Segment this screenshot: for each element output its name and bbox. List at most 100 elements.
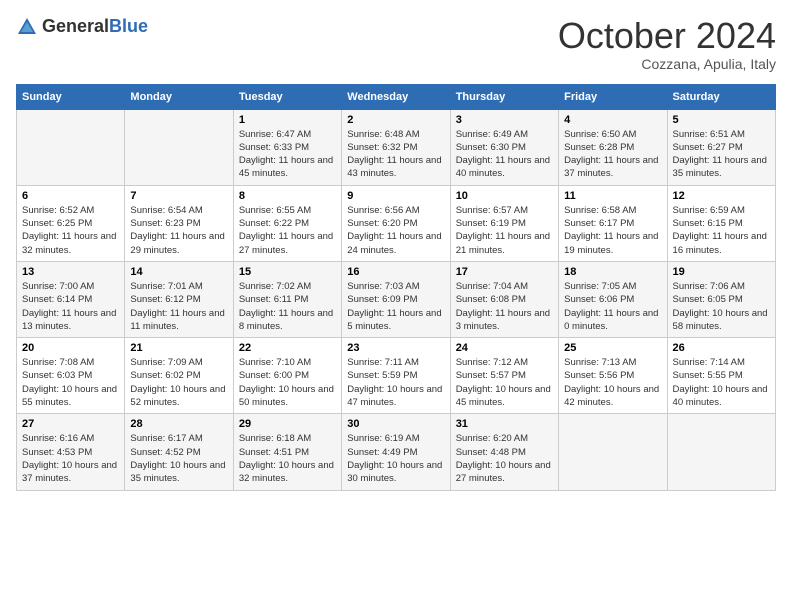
column-header-friday: Friday [559, 84, 667, 109]
calendar-cell: 26Sunrise: 7:14 AM Sunset: 5:55 PM Dayli… [667, 338, 775, 414]
logo: General Blue [16, 16, 148, 38]
day-info: Sunrise: 6:51 AM Sunset: 6:27 PM Dayligh… [673, 128, 770, 181]
day-number: 7 [130, 190, 227, 202]
calendar-cell: 19Sunrise: 7:06 AM Sunset: 6:05 PM Dayli… [667, 261, 775, 337]
calendar-cell: 4 Sunrise: 6:50 AM Sunset: 6:28 PM Daylig… [559, 109, 667, 185]
logo-general: General [42, 17, 109, 37]
calendar-cell: 18 Sunrise: 7:05 AM Sunset: 6:06 PM Dayli… [559, 261, 667, 337]
column-header-thursday: Thursday [450, 84, 558, 109]
day-info: Sunrise: 7:05 AM Sunset: 6:06 PM Dayligh… [564, 280, 661, 333]
day-info: Sunrise: 6:54 AM Sunset: 6:23 PM Dayligh… [130, 204, 227, 257]
calendar-table: SundayMondayTuesdayWednesdayThursdayFrid… [16, 84, 776, 491]
day-info: Sunrise: 7:12 AM Sunset: 5:57 PM Dayligh… [456, 356, 553, 409]
day-info: Sunrise: 7:06 AM Sunset: 6:05 PM Dayligh… [673, 280, 770, 333]
day-info: Sunrise: 7:09 AM Sunset: 6:02 PM Dayligh… [130, 356, 227, 409]
calendar-cell: 29Sunrise: 6:18 AM Sunset: 4:51 PM Dayli… [233, 414, 341, 490]
day-number: 30 [347, 418, 444, 430]
day-info: Sunrise: 6:59 AM Sunset: 6:15 PM Dayligh… [673, 204, 770, 257]
calendar-cell [125, 109, 233, 185]
day-info: Sunrise: 7:03 AM Sunset: 6:09 PM Dayligh… [347, 280, 444, 333]
day-number: 27 [22, 418, 119, 430]
day-info: Sunrise: 6:57 AM Sunset: 6:19 PM Dayligh… [456, 204, 553, 257]
day-info: Sunrise: 7:11 AM Sunset: 5:59 PM Dayligh… [347, 356, 444, 409]
day-number: 12 [673, 190, 770, 202]
day-number: 24 [456, 342, 553, 354]
column-header-saturday: Saturday [667, 84, 775, 109]
day-number: 3 [456, 114, 553, 126]
day-number: 29 [239, 418, 336, 430]
day-number: 2 [347, 114, 444, 126]
location-subtitle: Cozzana, Apulia, Italy [558, 56, 776, 72]
month-title: October 2024 [558, 16, 776, 56]
day-number: 21 [130, 342, 227, 354]
day-info: Sunrise: 6:17 AM Sunset: 4:52 PM Dayligh… [130, 432, 227, 485]
day-info: Sunrise: 6:50 AM Sunset: 6:28 PM Dayligh… [564, 128, 661, 181]
calendar-cell: 10 Sunrise: 6:57 AM Sunset: 6:19 PM Dayli… [450, 185, 558, 261]
page-header: General Blue October 2024 Cozzana, Apuli… [16, 16, 776, 72]
calendar-week-5: 27Sunrise: 6:16 AM Sunset: 4:53 PM Dayli… [17, 414, 776, 490]
day-info: Sunrise: 6:49 AM Sunset: 6:30 PM Dayligh… [456, 128, 553, 181]
day-number: 1 [239, 114, 336, 126]
column-header-sunday: Sunday [17, 84, 125, 109]
calendar-cell: 13 Sunrise: 7:00 AM Sunset: 6:14 PM Dayli… [17, 261, 125, 337]
day-info: Sunrise: 7:10 AM Sunset: 6:00 PM Dayligh… [239, 356, 336, 409]
day-info: Sunrise: 7:02 AM Sunset: 6:11 PM Dayligh… [239, 280, 336, 333]
logo-icon [16, 16, 38, 38]
day-number: 4 [564, 114, 661, 126]
logo-text: General Blue [42, 17, 148, 37]
day-number: 23 [347, 342, 444, 354]
day-number: 9 [347, 190, 444, 202]
calendar-cell: 20Sunrise: 7:08 AM Sunset: 6:03 PM Dayli… [17, 338, 125, 414]
calendar-cell: 23 Sunrise: 7:11 AM Sunset: 5:59 PM Dayli… [342, 338, 450, 414]
calendar-week-3: 13 Sunrise: 7:00 AM Sunset: 6:14 PM Dayli… [17, 261, 776, 337]
day-number: 22 [239, 342, 336, 354]
calendar-header-row: SundayMondayTuesdayWednesdayThursdayFrid… [17, 84, 776, 109]
day-info: Sunrise: 6:56 AM Sunset: 6:20 PM Dayligh… [347, 204, 444, 257]
calendar-week-1: 1 Sunrise: 6:47 AM Sunset: 6:33 PM Daylig… [17, 109, 776, 185]
calendar-cell: 9 Sunrise: 6:56 AM Sunset: 6:20 PM Daylig… [342, 185, 450, 261]
calendar-cell: 25 Sunrise: 7:13 AM Sunset: 5:56 PM Dayli… [559, 338, 667, 414]
column-header-monday: Monday [125, 84, 233, 109]
day-info: Sunrise: 7:13 AM Sunset: 5:56 PM Dayligh… [564, 356, 661, 409]
calendar-cell: 31Sunrise: 6:20 AM Sunset: 4:48 PM Dayli… [450, 414, 558, 490]
day-number: 10 [456, 190, 553, 202]
day-number: 25 [564, 342, 661, 354]
calendar-cell [17, 109, 125, 185]
day-number: 6 [22, 190, 119, 202]
calendar-cell [559, 414, 667, 490]
calendar-cell: 1 Sunrise: 6:47 AM Sunset: 6:33 PM Daylig… [233, 109, 341, 185]
day-number: 17 [456, 266, 553, 278]
calendar-cell: 8Sunrise: 6:55 AM Sunset: 6:22 PM Daylig… [233, 185, 341, 261]
day-info: Sunrise: 7:04 AM Sunset: 6:08 PM Dayligh… [456, 280, 553, 333]
day-info: Sunrise: 6:47 AM Sunset: 6:33 PM Dayligh… [239, 128, 336, 181]
calendar-cell: 11Sunrise: 6:58 AM Sunset: 6:17 PM Dayli… [559, 185, 667, 261]
calendar-cell: 6Sunrise: 6:52 AM Sunset: 6:25 PM Daylig… [17, 185, 125, 261]
calendar-cell: 5 Sunrise: 6:51 AM Sunset: 6:27 PM Daylig… [667, 109, 775, 185]
day-info: Sunrise: 7:00 AM Sunset: 6:14 PM Dayligh… [22, 280, 119, 333]
calendar-cell: 7 Sunrise: 6:54 AM Sunset: 6:23 PM Daylig… [125, 185, 233, 261]
calendar-cell: 15 Sunrise: 7:02 AM Sunset: 6:11 PM Dayli… [233, 261, 341, 337]
calendar-cell: 16 Sunrise: 7:03 AM Sunset: 6:09 PM Dayli… [342, 261, 450, 337]
title-block: October 2024 Cozzana, Apulia, Italy [558, 16, 776, 72]
day-number: 16 [347, 266, 444, 278]
logo-blue: Blue [109, 17, 148, 37]
calendar-cell: 17 Sunrise: 7:04 AM Sunset: 6:08 PM Dayli… [450, 261, 558, 337]
calendar-cell: 2Sunrise: 6:48 AM Sunset: 6:32 PM Daylig… [342, 109, 450, 185]
calendar-cell: 14 Sunrise: 7:01 AM Sunset: 6:12 PM Dayli… [125, 261, 233, 337]
day-info: Sunrise: 7:01 AM Sunset: 6:12 PM Dayligh… [130, 280, 227, 333]
calendar-week-2: 6Sunrise: 6:52 AM Sunset: 6:25 PM Daylig… [17, 185, 776, 261]
day-number: 18 [564, 266, 661, 278]
day-info: Sunrise: 6:55 AM Sunset: 6:22 PM Dayligh… [239, 204, 336, 257]
day-number: 15 [239, 266, 336, 278]
day-number: 20 [22, 342, 119, 354]
day-number: 26 [673, 342, 770, 354]
calendar-week-4: 20Sunrise: 7:08 AM Sunset: 6:03 PM Dayli… [17, 338, 776, 414]
day-number: 13 [22, 266, 119, 278]
day-number: 5 [673, 114, 770, 126]
day-number: 14 [130, 266, 227, 278]
calendar-cell: 21 Sunrise: 7:09 AM Sunset: 6:02 PM Dayli… [125, 338, 233, 414]
day-number: 11 [564, 190, 661, 202]
day-info: Sunrise: 6:20 AM Sunset: 4:48 PM Dayligh… [456, 432, 553, 485]
column-header-tuesday: Tuesday [233, 84, 341, 109]
calendar-cell: 28Sunrise: 6:17 AM Sunset: 4:52 PM Dayli… [125, 414, 233, 490]
